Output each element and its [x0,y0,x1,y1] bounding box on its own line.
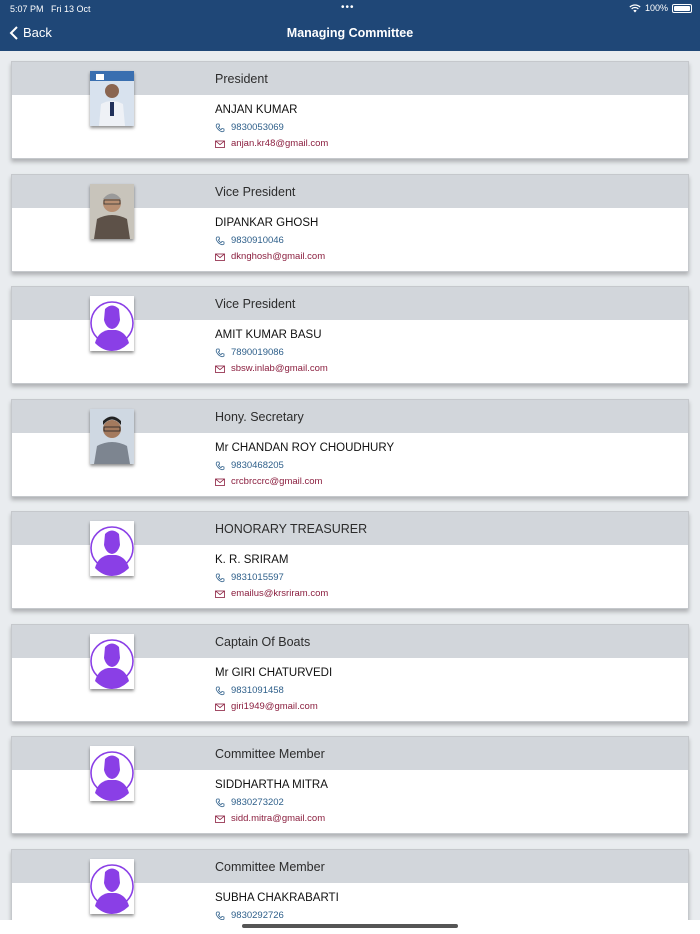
navigation-bar: 5:07 PM Fri 13 Oct ••• 100% Back Managin… [0,0,700,51]
member-phone: 9830468205 [231,460,284,471]
status-time-text: 5:07 PM [10,4,44,14]
mail-icon [215,478,225,486]
phone-icon [215,686,225,695]
phone-icon [215,236,225,245]
phone-link[interactable]: 9830273202 [215,797,284,808]
phone-icon [215,348,225,357]
member-name: Mr GIRI CHATURVEDI [215,667,333,679]
member-card[interactable]: HONORARY TREASURER K. R. SRIRAM 98310155… [11,511,689,609]
email-link[interactable]: sbsw.inlab@gmail.com [215,363,328,374]
mail-icon [215,140,225,148]
member-phone: 9830292726 [231,910,284,920]
member-phone: 9831015597 [231,572,284,583]
placeholder-avatar-icon [90,746,134,801]
member-role: Hony. Secretary [215,410,304,424]
wifi-icon [629,3,641,12]
page-title: Managing Committee [286,26,414,40]
home-indicator[interactable] [242,924,458,928]
member-card[interactable]: Committee Member SIDDHARTHA MITRA 983027… [11,736,689,834]
email-link[interactable]: anjan.kr48@gmail.com [215,138,328,149]
mail-icon [215,365,225,373]
member-phone: 9830053069 [231,122,284,133]
committee-list[interactable]: President ANJAN KUMAR 9830053069 anjan.k… [0,51,700,920]
mail-icon [215,253,225,261]
member-role: HONORARY TREASURER [215,522,368,536]
phone-icon [215,911,225,920]
placeholder-avatar-icon [90,296,134,351]
member-name: K. R. SRIRAM [215,554,289,566]
phone-link[interactable]: 9830053069 [215,122,284,133]
member-card[interactable]: President ANJAN KUMAR 9830053069 anjan.k… [11,61,689,159]
mail-icon [215,590,225,598]
email-link[interactable]: sidd.mitra@gmail.com [215,813,325,824]
member-name: AMIT KUMAR BASU [215,329,322,341]
member-phone: 7890019086 [231,347,284,358]
member-photo [90,184,134,239]
phone-link[interactable]: 9830292726 [215,910,284,920]
member-email: giri1949@gmail.com [231,701,318,712]
email-link[interactable]: dknghosh@gmail.com [215,251,325,262]
member-email: emailus@krsriram.com [231,588,329,599]
mail-icon [215,815,225,823]
member-card[interactable]: Captain Of Boats Mr GIRI CHATURVEDI 9831… [11,624,689,722]
phone-icon [215,123,225,132]
member-name: SIDDHARTHA MITRA [215,779,328,791]
member-phone: 9830273202 [231,797,284,808]
placeholder-avatar-icon [90,859,134,914]
member-role: President [215,72,268,86]
phone-link[interactable]: 9830468205 [215,460,284,471]
member-card[interactable]: Vice President DIPANKAR GHOSH 9830910046… [11,174,689,272]
member-photo [90,409,134,464]
member-name: Mr CHANDAN ROY CHOUDHURY [215,442,395,454]
battery-icon [672,3,692,13]
member-name: SUBHA CHAKRABARTI [215,892,339,904]
member-email: dknghosh@gmail.com [231,251,326,262]
placeholder-avatar-icon [90,521,134,576]
phone-icon [215,798,225,807]
member-role: Committee Member [215,860,325,874]
phone-link[interactable]: 9831015597 [215,572,284,583]
phone-icon [215,461,225,470]
member-email: crcbrccrc@gmail.com [231,476,323,487]
member-role: Captain Of Boats [215,635,311,649]
member-name: DIPANKAR GHOSH [215,217,319,229]
member-email: anjan.kr48@gmail.com [231,138,329,149]
member-role: Committee Member [215,747,325,761]
member-phone: 9830910046 [231,235,284,246]
member-email: sidd.mitra@gmail.com [231,813,326,824]
status-time: 5:07 PM Fri 13 Oct [10,4,91,14]
email-link[interactable]: giri1949@gmail.com [215,701,318,712]
member-photo [90,71,134,126]
status-bar: 5:07 PM Fri 13 Oct ••• 100% [0,0,700,18]
status-right: 100% [629,3,692,13]
mail-icon [215,703,225,711]
member-email: sbsw.inlab@gmail.com [231,363,328,374]
phone-icon [215,573,225,582]
member-role: Vice President [215,297,296,311]
phone-link[interactable]: 9830910046 [215,235,284,246]
member-card[interactable]: Hony. Secretary Mr CHANDAN ROY CHOUDHURY… [11,399,689,497]
phone-link[interactable]: 7890019086 [215,347,284,358]
member-card[interactable]: Committee Member SUBHA CHAKRABARTI 98302… [11,849,689,920]
placeholder-avatar-icon [90,634,134,689]
email-link[interactable]: emailus@krsriram.com [215,588,328,599]
member-card[interactable]: Vice President AMIT KUMAR BASU 789001908… [11,286,689,384]
status-date-text: Fri 13 Oct [51,4,91,14]
phone-link[interactable]: 9831091458 [215,685,284,696]
member-phone: 9831091458 [231,685,284,696]
battery-percent: 100% [644,3,668,13]
multitasking-dots[interactable]: ••• [341,2,355,13]
member-role: Vice President [215,185,296,199]
email-link[interactable]: crcbrccrc@gmail.com [215,476,322,487]
member-name: ANJAN KUMAR [215,104,298,116]
